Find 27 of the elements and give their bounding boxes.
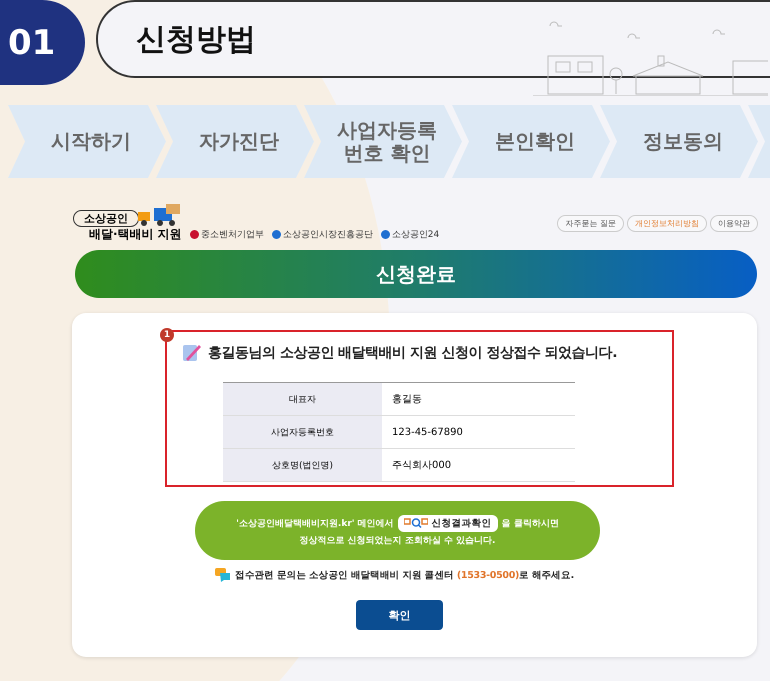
agency-logo: 소상공인시장진흥공단 xyxy=(272,228,373,241)
step-number-badge: 01 xyxy=(0,0,85,85)
chat-bubble-icon xyxy=(215,568,232,582)
field-label: 대표자 xyxy=(223,382,382,416)
field-value: 홍길동 xyxy=(382,382,575,416)
field-value: 주식회사000 xyxy=(382,448,575,482)
notice-text: '소상공인배달택배비지원.kr' 메인에서 xyxy=(236,518,394,530)
field-label: 사업자등록번호 xyxy=(223,416,382,448)
header-link[interactable]: 자주묻는 질문 xyxy=(557,215,624,232)
confirm-button[interactable]: 확인 xyxy=(356,600,443,630)
result-check-chip: 신청결과확인 xyxy=(398,514,498,532)
notice-text: 정상적으로 신청되었는지 조회하실 수 있습니다. xyxy=(300,534,496,546)
notice-text: 을 클릭하시면 xyxy=(502,518,559,530)
edit-note-icon xyxy=(182,342,202,364)
field-value: 123-45-67890 xyxy=(382,416,575,448)
search-icon xyxy=(404,518,428,528)
callout-number: 1 xyxy=(160,328,174,342)
field-label: 상호명(법인명) xyxy=(223,448,382,482)
logo-text: 배달·택배비 지원 xyxy=(89,227,182,242)
section-title: 신청방법 xyxy=(136,20,256,58)
delivery-truck-icon xyxy=(136,204,182,228)
header-link[interactable]: 이용약관 xyxy=(710,215,758,232)
agency-logo: 소상공인24 xyxy=(380,228,440,241)
contact-text: 접수관련 문의는 소상공인 배달택배비 지원 콜센터 (1533-0500)로 해주세요. xyxy=(235,568,574,582)
confirmation-message: 홍길동님의 소상공인 배달택배비 지원 신청이 정상접수 되었습니다. xyxy=(208,344,618,362)
status-banner: 신청완료 xyxy=(75,250,757,298)
agency-logo: 중소벤처기업부 xyxy=(190,228,264,241)
